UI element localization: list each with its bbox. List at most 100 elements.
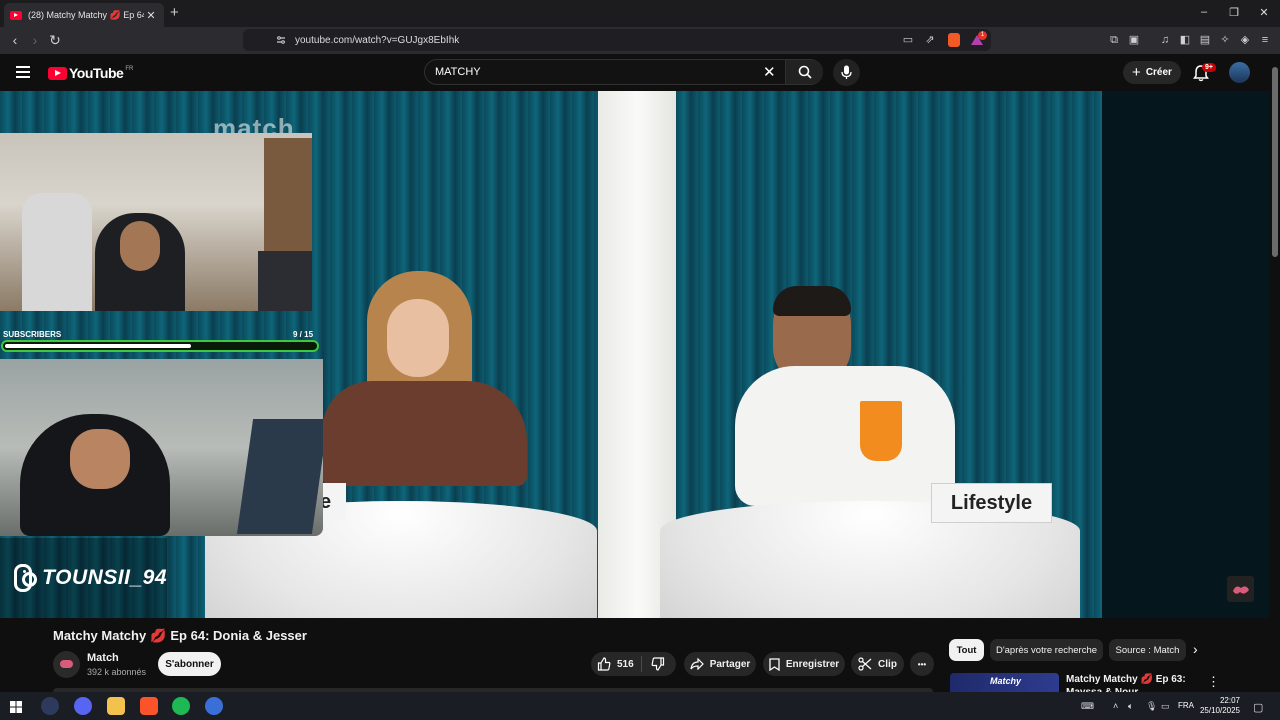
woman-figure (322, 271, 527, 511)
account-avatar[interactable] (1229, 62, 1250, 83)
webcam-overlay-bottom (0, 359, 323, 536)
site-settings-icon[interactable] (276, 35, 286, 45)
vpn-icon[interactable]: ◈ (1238, 33, 1252, 47)
create-button[interactable]: + Créer (1123, 61, 1181, 84)
minimize-button[interactable]: – (1194, 6, 1214, 18)
search-box: ✕ (424, 59, 823, 85)
screenshot-icon[interactable]: ▣ (1127, 33, 1141, 47)
brave-browser-icon[interactable] (140, 697, 158, 715)
subscribers-goal-bar (1, 340, 319, 352)
related-video-title[interactable]: Matchy Matchy 💋 Ep 63: Mayssa & Nour (1066, 673, 1196, 692)
scrollbar-thumb[interactable] (1272, 67, 1278, 257)
create-label: Créer (1145, 67, 1172, 78)
input-language[interactable]: FRA (1178, 701, 1194, 710)
share-label: Partager (709, 658, 751, 670)
tray-expand-icon[interactable]: ˄ (1113, 701, 1118, 711)
chip-from-match[interactable]: Source : Match (1109, 639, 1186, 661)
tab-title: (28) Matchy Matchy 💋 Ep 64: D (28, 9, 144, 20)
tray-microphone-icon[interactable]: 🎙︎ (1146, 701, 1157, 712)
chip-related-to-search[interactable]: D'après votre recherche (990, 639, 1103, 661)
discord-app-icon[interactable] (74, 697, 92, 715)
youtube-logo[interactable]: YouTube FR (48, 65, 133, 81)
country-code: FR (125, 66, 134, 72)
spotify-app-icon[interactable] (172, 697, 190, 715)
file-explorer-icon[interactable] (107, 697, 125, 715)
obs-app-icon[interactable] (41, 697, 59, 715)
rewards-badge: 1 (978, 31, 987, 40)
sidebar-icon[interactable]: ◧ (1178, 33, 1192, 47)
lips-icon: 💋 (150, 628, 167, 643)
chip-all[interactable]: Tout (949, 639, 984, 661)
app-icon[interactable] (205, 697, 223, 715)
network-icon[interactable]: ▭ (1161, 701, 1170, 712)
thumbs-up-icon (597, 657, 611, 671)
cast-icon[interactable]: ▭ (901, 33, 915, 47)
url-text: youtube.com/watch?v=GUJgx8EbIhk (295, 34, 460, 46)
subscribers-goal-count: 9 / 15 (293, 330, 314, 339)
more-actions-button[interactable]: ••• (910, 652, 934, 676)
instagram-icon (14, 564, 38, 592)
volume-icon[interactable]: 🔈︎ (1128, 701, 1133, 712)
video-title-part2: Ep 64: Donia & Jesser (170, 628, 307, 643)
like-separator (641, 656, 642, 672)
bookmark-save-icon (769, 657, 780, 671)
like-button[interactable]: 516 (597, 657, 634, 671)
name-card-right: Lifestyle (931, 483, 1052, 523)
like-count: 516 (617, 658, 634, 670)
reload-icon[interactable]: ↻ (47, 32, 63, 49)
related-more-icon[interactable]: ⋮ (1207, 674, 1220, 690)
share-button[interactable]: Partager (684, 652, 756, 676)
browser-menu-icon[interactable]: ≡ (1258, 33, 1272, 47)
brave-shield-icon[interactable] (948, 33, 960, 47)
youtube-play-icon (48, 66, 67, 80)
webcam-overlay-top (0, 133, 312, 311)
chevron-right-icon[interactable]: › (1193, 641, 1198, 657)
close-window-button[interactable]: ✕ (1254, 6, 1274, 19)
notification-badge: 9+ (1202, 63, 1216, 72)
subscribers-goal-fill (5, 344, 191, 348)
browser-toolbar: ‹ › ↻ youtube.com/watch?v=GUJgx8EbIhk ▭ … (0, 27, 1280, 54)
new-tab-button[interactable]: + (170, 4, 179, 21)
leo-ai-icon[interactable]: ✧ (1218, 33, 1232, 47)
share-arrow-icon (690, 658, 704, 670)
channel-name[interactable]: Match (87, 652, 119, 664)
subscribe-button[interactable]: S'abonner (158, 652, 221, 676)
clip-button[interactable]: Clip (851, 652, 904, 676)
search-button[interactable] (785, 60, 823, 84)
wallet-icon[interactable]: ▤ (1198, 33, 1212, 47)
extensions-icon[interactable]: ⧉ (1107, 33, 1121, 47)
share-icon[interactable]: ⇗ (923, 33, 937, 47)
voice-search-button[interactable] (833, 59, 860, 86)
video-title-part1: Matchy Matchy (53, 628, 147, 643)
save-label: Enregistrer (785, 658, 840, 670)
clock-time: 22:07 (1219, 696, 1240, 705)
system-clock[interactable]: 22:07 25/10/2025 (1198, 696, 1240, 716)
forward-icon[interactable]: › (27, 32, 43, 48)
instagram-handle-overlay: TOUNSII_94 (0, 538, 167, 618)
scissors-icon (858, 657, 872, 671)
save-button[interactable]: Enregistrer (763, 652, 845, 676)
search-input[interactable] (435, 60, 755, 84)
notifications-center-icon[interactable]: ▢ (1253, 701, 1263, 714)
channel-watermark-icon[interactable] (1227, 576, 1254, 602)
microphone-icon (841, 65, 852, 79)
clock-date: 25/10/2025 (1199, 706, 1240, 715)
restore-button[interactable]: ❐ (1224, 6, 1244, 19)
hamburger-menu-icon[interactable] (16, 66, 30, 78)
man-figure (735, 286, 960, 516)
tab-close-icon[interactable]: ✕ (144, 9, 158, 22)
thumbs-down-icon (651, 657, 665, 671)
back-icon[interactable]: ‹ (7, 32, 23, 48)
related-video-thumbnail[interactable]: Matchy (950, 673, 1059, 692)
windows-start-icon[interactable] (10, 700, 22, 713)
plus-icon: + (1132, 64, 1141, 81)
media-icon[interactable]: ♫ (1158, 33, 1172, 47)
channel-avatar[interactable] (53, 651, 80, 678)
video-ambient-area (1102, 91, 1270, 618)
clear-search-icon[interactable]: ✕ (763, 63, 776, 81)
browser-tab[interactable]: (28) Matchy Matchy 💋 Ep 64: D ✕ (4, 3, 164, 27)
address-bar[interactable]: youtube.com/watch?v=GUJgx8EbIhk (243, 29, 991, 51)
dislike-button[interactable] (651, 657, 667, 673)
youtube-favicon-icon (10, 10, 22, 20)
keyboard-icon[interactable]: ⌨ (1081, 701, 1094, 712)
